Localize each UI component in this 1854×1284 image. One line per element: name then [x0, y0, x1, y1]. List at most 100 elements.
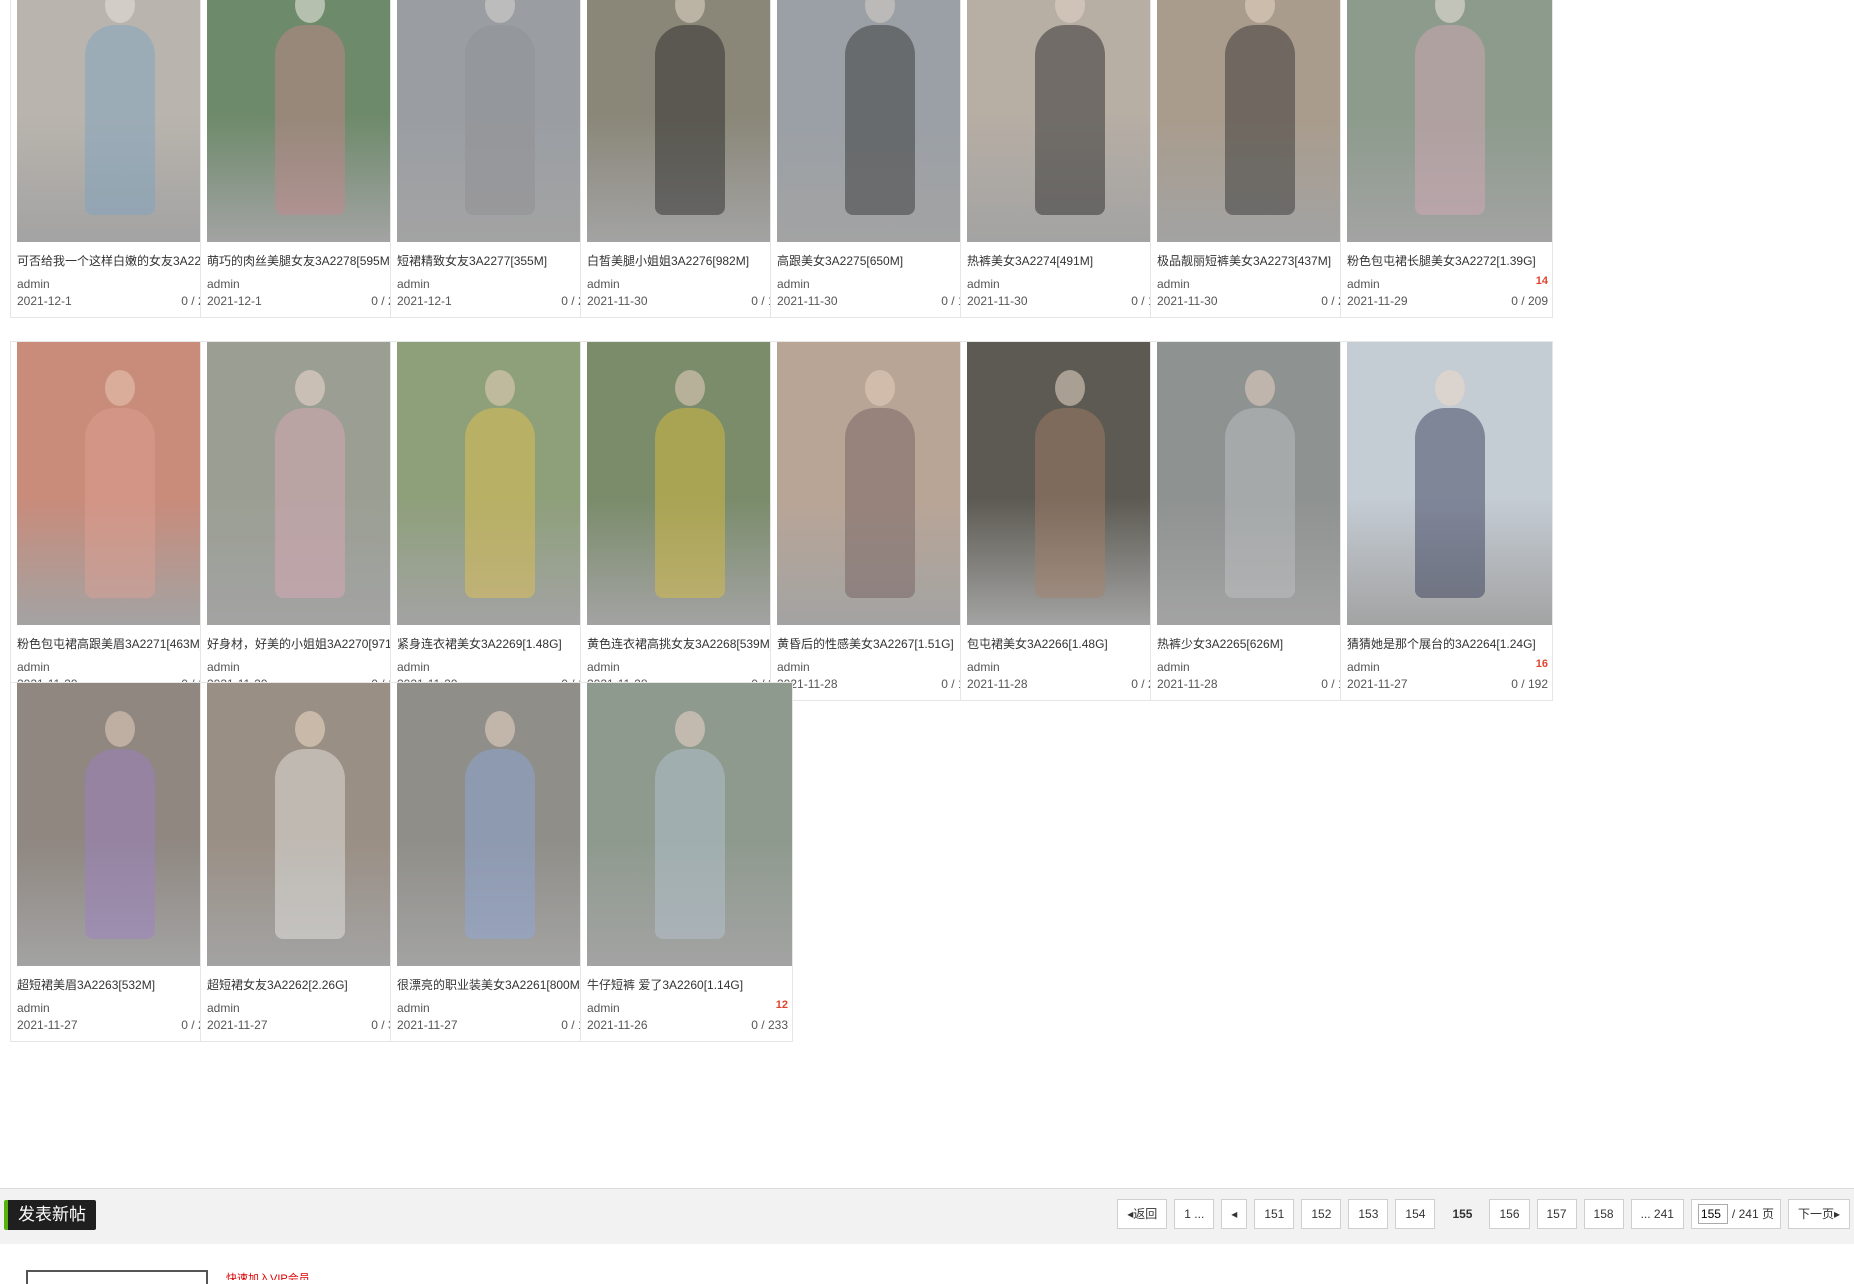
thread-thumbnail[interactable] [587, 342, 792, 625]
page-link-154[interactable]: 154 [1395, 1199, 1436, 1229]
thread-author[interactable]: admin [1347, 277, 1380, 291]
thread-author[interactable]: admin [397, 277, 430, 291]
page-link-151[interactable]: 151 [1254, 1199, 1295, 1229]
thread-card[interactable]: 很漂亮的职业装美女3A2261[800M]admin102021-11-270 … [390, 682, 603, 1042]
thread-card[interactable]: 牛仔短裤 爱了3A2260[1.14G] admin 12 2021-11-26 0 /… [580, 682, 793, 1042]
thread-thumbnail[interactable] [397, 683, 602, 966]
thread-thumbnail[interactable] [1157, 0, 1362, 242]
thread-card[interactable]: 超短裙女友3A2262[2.26G]admin132021-11-270 / 3… [200, 682, 413, 1042]
thread-thumbnail[interactable] [777, 342, 982, 625]
page-link-158[interactable]: 158 [1583, 1199, 1624, 1229]
thread-thumbnail[interactable] [207, 0, 412, 242]
bottom-toolbar: 发表新帖 ◂返回 1 ... ◂ 151 152 153 154 155 156… [0, 1188, 1854, 1246]
thread-thumbnail[interactable] [967, 342, 1172, 625]
thread-card[interactable]: 热裤美女3A2274[491M]admin142021-11-300 / 161 [960, 0, 1173, 318]
thread-title[interactable]: 可否给我一个这样白嫩的女友3A227... [17, 252, 222, 269]
thread-title[interactable]: 粉色包屯裙高跟美眉3A2271[463M] [17, 635, 222, 652]
thread-thumbnail[interactable] [1347, 0, 1552, 242]
thread-author[interactable]: admin [967, 660, 1000, 674]
thread-card[interactable]: 萌巧的肉丝美腿女友3A2278[595M]admin122021-12-10 /… [200, 0, 413, 318]
page-link-153[interactable]: 153 [1348, 1199, 1389, 1229]
thread-author[interactable]: admin [1347, 660, 1380, 674]
photo-figure-body [1034, 25, 1105, 215]
thread-card[interactable]: 热裤少女3A2265[626M]admin172021-11-280 / 182 [1150, 341, 1363, 701]
photo-figure-body [654, 408, 725, 598]
thread-card[interactable]: 可否给我一个这样白嫩的女友3A227...admin162021-12-10 /… [10, 0, 223, 318]
thread-author[interactable]: admin [587, 1001, 620, 1015]
thread-author[interactable]: admin [17, 660, 50, 674]
thread-thumbnail[interactable] [967, 0, 1172, 242]
thread-card[interactable]: 好身材，好美的小姐姐3A2270[971M]admin152021-11-290… [200, 341, 413, 701]
thread-author[interactable]: admin [17, 277, 50, 291]
thread-author[interactable]: admin [1157, 660, 1190, 674]
thread-thumbnail[interactable] [587, 0, 792, 242]
thread-author[interactable]: admin [967, 277, 1000, 291]
thread-thumbnail[interactable] [17, 683, 222, 966]
photo-figure-head [484, 0, 515, 23]
prev-page-button[interactable]: ◂ [1221, 1199, 1248, 1229]
thread-author[interactable]: admin [207, 660, 240, 674]
thread-title[interactable]: 超短裙美眉3A2263[532M] [17, 976, 222, 993]
thread-author[interactable]: admin [207, 277, 240, 291]
page-jump-input[interactable] [1697, 1204, 1728, 1224]
thread-author[interactable]: admin [587, 277, 620, 291]
thread-title[interactable]: 黄昏后的性感美女3A2267[1.51G] [777, 635, 982, 652]
photo-figure-head [1244, 0, 1275, 23]
thread-title[interactable]: 萌巧的肉丝美腿女友3A2278[595M] [207, 252, 412, 269]
thread-author[interactable]: admin [1157, 277, 1190, 291]
thread-thumbnail[interactable] [777, 0, 982, 242]
last-page-link[interactable]: ... 241 [1630, 1199, 1684, 1229]
thread-author[interactable]: admin [777, 660, 810, 674]
thread-thumbnail[interactable] [207, 683, 412, 966]
thread-author[interactable]: admin [17, 1001, 50, 1015]
thread-title[interactable]: 包屯裙美女3A2266[1.48G] [967, 635, 1172, 652]
thread-card[interactable]: 超短裙美眉3A2263[532M]admin142021-11-270 / 25… [10, 682, 223, 1042]
thread-thumbnail[interactable] [1157, 342, 1362, 625]
thread-title[interactable]: 很漂亮的职业装美女3A2261[800M] [397, 976, 602, 993]
thread-card[interactable]: 高跟美女3A2275[650M]admin152021-11-300 / 167 [770, 0, 983, 318]
thread-title[interactable]: 紧身连衣裙美女3A2269[1.48G] [397, 635, 602, 652]
thread-title[interactable]: 极品靓丽短裤美女3A2273[437M] [1157, 252, 1362, 269]
thread-title[interactable]: 好身材，好美的小姐姐3A2270[971M] [207, 635, 412, 652]
thread-card[interactable]: 包屯裙美女3A2266[1.48G]admin162021-11-280 / 2… [960, 341, 1173, 701]
back-button[interactable]: ◂返回 [1117, 1199, 1168, 1229]
thread-card[interactable]: 紧身连衣裙美女3A2269[1.48G]admin162021-11-290 /… [390, 341, 603, 701]
thread-card[interactable]: 粉色包屯裙长腿美女3A2272[1.39G] admin 14 2021-11-29 0… [1340, 0, 1553, 318]
thread-title[interactable]: 高跟美女3A2275[650M] [777, 252, 982, 269]
thread-title[interactable]: 猜猜她是那个展台的3A2264[1.24G] [1347, 635, 1552, 652]
thread-thumbnail[interactable] [17, 342, 222, 625]
thread-card[interactable]: 黄昏后的性感美女3A2267[1.51G]admin162021-11-280 … [770, 341, 983, 701]
thread-card[interactable]: 黄色连衣裙高挑女友3A2268[539M]admin142021-11-280 … [580, 341, 793, 701]
page-link-156[interactable]: 156 [1489, 1199, 1530, 1229]
thread-title[interactable]: 短裙精致女友3A2277[355M] [397, 252, 602, 269]
thread-card[interactable]: 短裙精致女友3A2277[355M]admin122021-12-10 / 23… [390, 0, 603, 318]
thread-thumbnail[interactable] [1347, 342, 1552, 625]
thread-thumbnail[interactable] [397, 0, 602, 242]
thread-author[interactable]: admin [777, 277, 810, 291]
thread-title[interactable]: 粉色包屯裙长腿美女3A2272[1.39G] [1347, 252, 1552, 269]
thread-card[interactable]: 猜猜她是那个展台的3A2264[1.24G] admin 16 2021-11-27 0… [1340, 341, 1553, 701]
thread-title[interactable]: 白皙美腿小姐姐3A2276[982M] [587, 252, 792, 269]
thread-author[interactable]: admin [587, 660, 620, 674]
thread-author[interactable]: admin [397, 1001, 430, 1015]
thread-title[interactable]: 牛仔短裤 爱了3A2260[1.14G] [587, 976, 792, 993]
thread-card[interactable]: 白皙美腿小姐姐3A2276[982M]admin162021-11-300 / … [580, 0, 793, 318]
page-link-152[interactable]: 152 [1301, 1199, 1342, 1229]
page-link-157[interactable]: 157 [1536, 1199, 1577, 1229]
thread-card[interactable]: 极品靓丽短裤美女3A2273[437M]admin142021-11-300 /… [1150, 0, 1363, 318]
thread-title[interactable]: 黄色连衣裙高挑女友3A2268[539M] [587, 635, 792, 652]
thread-thumbnail[interactable] [207, 342, 412, 625]
thread-thumbnail[interactable] [587, 683, 792, 966]
footer-vip-link[interactable]: 快速加入VIP会员 [226, 1272, 310, 1280]
thread-title[interactable]: 热裤少女3A2265[626M] [1157, 635, 1362, 652]
next-page-button[interactable]: 下一页▸ [1787, 1199, 1850, 1229]
thread-title[interactable]: 热裤美女3A2274[491M] [967, 252, 1172, 269]
thread-title[interactable]: 超短裙女友3A2262[2.26G] [207, 976, 412, 993]
first-page-link[interactable]: 1 ... [1174, 1199, 1215, 1229]
thread-thumbnail[interactable] [17, 0, 222, 242]
thread-author[interactable]: admin [207, 1001, 240, 1015]
thread-card[interactable]: 粉色包屯裙高跟美眉3A2271[463M]admin142021-11-290 … [10, 341, 223, 701]
new-post-button[interactable]: 发表新帖 [4, 1200, 96, 1230]
thread-author[interactable]: admin [397, 660, 430, 674]
thread-thumbnail[interactable] [397, 342, 602, 625]
